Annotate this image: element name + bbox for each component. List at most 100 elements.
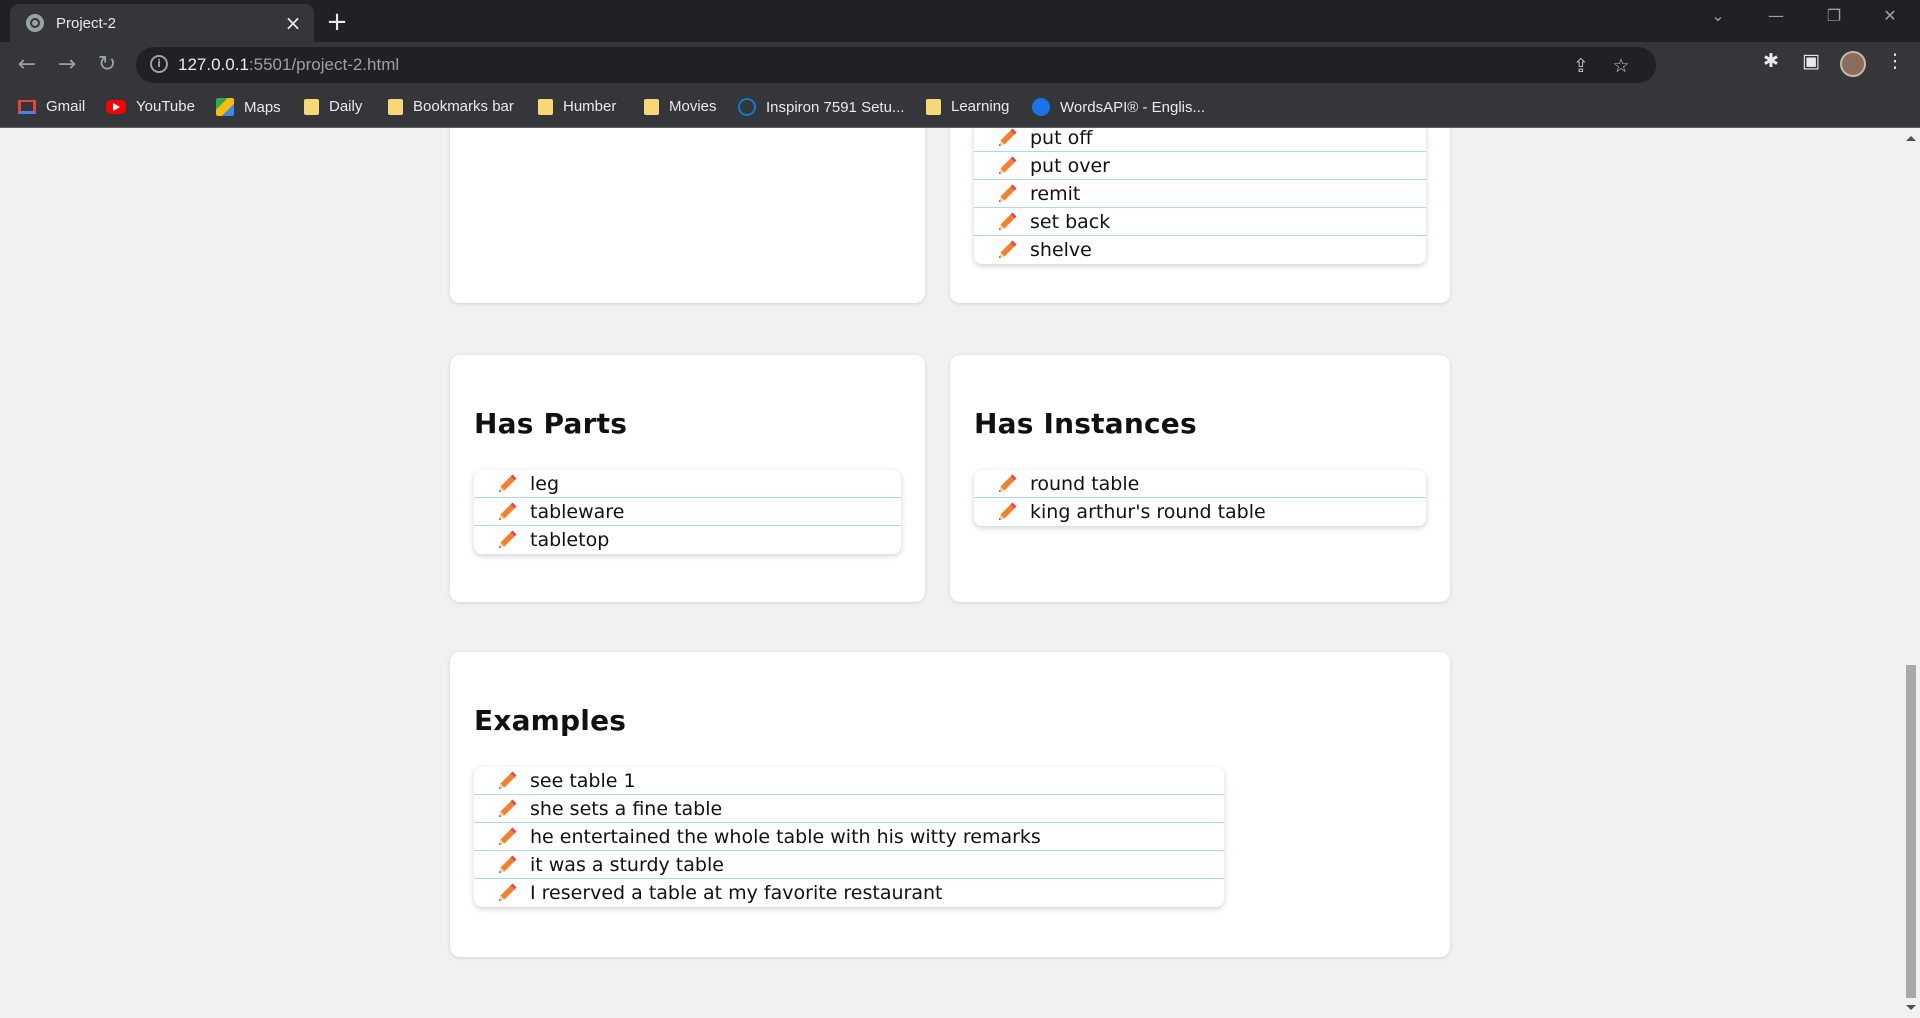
maps-icon (216, 98, 234, 116)
bookmark-youtube[interactable]: YouTube (106, 98, 195, 115)
top-right-list: put off put over remit set back shelve (974, 128, 1426, 264)
examples-list: see table 1 she sets a fine table he enter… (474, 767, 1224, 907)
pencil-icon (996, 183, 1018, 205)
url-text[interactable]: 127.0.0.1:5501/project-2.html (178, 55, 399, 75)
list-item: he entertained the whole table with his … (474, 823, 1224, 851)
profile-avatar[interactable] (1840, 51, 1866, 77)
pencil-icon (996, 473, 1018, 495)
pencil-icon (496, 854, 518, 876)
card-has-parts: Has Parts leg tableware tabletop (450, 355, 925, 602)
list-item-text: put over (1030, 154, 1110, 177)
list-item: remit (974, 180, 1426, 208)
list-item-text: she sets a fine table (530, 797, 723, 820)
pencil-icon (496, 770, 518, 792)
gmail-icon (18, 99, 36, 114)
list-item: it was a sturdy table (474, 851, 1224, 879)
bookmark-gmail[interactable]: Gmail (18, 98, 85, 115)
section-title: Has Parts (474, 407, 628, 440)
pencil-icon (996, 155, 1018, 177)
list-item: tabletop (474, 526, 901, 554)
wordsapi-icon (1032, 98, 1050, 116)
list-item-text: shelve (1030, 239, 1092, 261)
folder-icon (304, 98, 319, 115)
list-item-text: tabletop (530, 529, 610, 551)
bookmark-movies[interactable]: Movies (644, 98, 717, 115)
site-info-icon[interactable]: i (150, 55, 168, 73)
tab-title: Project-2 (56, 14, 117, 32)
list-item: king arthur's round table (974, 498, 1426, 526)
list-item: leg (474, 470, 901, 498)
list-item: set back (974, 208, 1426, 236)
folder-icon (538, 98, 553, 115)
list-item-text: I reserved a table at my favorite restau… (530, 882, 943, 904)
list-item-text: it was a sturdy table (530, 853, 724, 876)
bookmark-humber[interactable]: Humber (538, 98, 616, 115)
reload-icon[interactable]: ↻ (92, 50, 122, 80)
has-instances-list: round table king arthur's round table (974, 470, 1426, 526)
share-icon[interactable]: ⇪ (1568, 55, 1594, 77)
scroll-up-icon[interactable] (1906, 136, 1916, 141)
folder-icon (644, 98, 659, 115)
list-item-text: set back (1030, 210, 1111, 233)
extensions-icon[interactable]: ✱ (1756, 50, 1786, 72)
back-icon[interactable]: ← (12, 50, 42, 80)
card-top-right: put off put over remit set back shelve (950, 128, 1450, 303)
list-item-text: remit (1030, 182, 1081, 205)
pencil-icon (496, 826, 518, 848)
restore-icon[interactable]: ❐ (1814, 6, 1854, 25)
list-item-text: king arthur's round table (1030, 501, 1266, 523)
minimize-icon[interactable]: — (1756, 6, 1796, 25)
new-tab-button[interactable]: + (322, 8, 352, 38)
address-bar[interactable]: i 127.0.0.1:5501/project-2.html ⇪ ☆ (136, 47, 1656, 83)
bookmark-daily[interactable]: Daily (304, 98, 362, 115)
folder-icon (926, 98, 941, 115)
forward-icon[interactable]: → (52, 50, 82, 80)
card-has-instances: Has Instances round table king arthur's r… (950, 355, 1450, 602)
pencil-icon (996, 239, 1018, 261)
has-parts-list: leg tableware tabletop (474, 470, 901, 554)
list-item-text: tableware (530, 500, 625, 523)
pencil-icon (496, 882, 518, 904)
list-item: put over (974, 152, 1426, 180)
scroll-down-icon[interactable] (1906, 1005, 1916, 1010)
youtube-icon (106, 99, 126, 114)
bookmarks-bar: Gmail YouTube Maps Daily Bookmarks bar H… (0, 88, 1920, 128)
bookmark-learning[interactable]: Learning (926, 98, 1009, 115)
dell-icon (738, 98, 756, 116)
pencil-icon (996, 501, 1018, 523)
list-item: round table (974, 470, 1426, 498)
side-panel-icon[interactable]: ▣ (1796, 50, 1826, 72)
pencil-icon (496, 473, 518, 495)
list-item: she sets a fine table (474, 795, 1224, 823)
folder-icon (388, 98, 403, 115)
card-examples: Examples see table 1 she sets a fine tabl… (450, 652, 1450, 957)
tab-search-icon[interactable]: ⌄ (1698, 6, 1738, 25)
browser-tab[interactable]: Project-2 × (10, 4, 314, 42)
list-item: I reserved a table at my favorite restau… (474, 879, 1224, 907)
close-window-icon[interactable]: ✕ (1870, 6, 1910, 25)
list-item-text: see table 1 (530, 769, 636, 792)
list-item: put off (974, 128, 1426, 152)
page-viewport: put off put over remit set back shelve Has P… (0, 128, 1902, 1018)
browser-toolbar: ← → ↻ i 127.0.0.1:5501/project-2.html ⇪ … (0, 42, 1920, 88)
bookmark-wordsapi[interactable]: WordsAPI® - Englis... (1032, 98, 1205, 116)
section-title: Examples (474, 704, 627, 737)
list-item-text: he entertained the whole table with his … (530, 825, 1041, 848)
star-icon[interactable]: ☆ (1608, 55, 1634, 77)
list-item-text: round table (1030, 472, 1140, 495)
vertical-scrollbar[interactable] (1902, 128, 1920, 1018)
close-tab-icon[interactable]: × (278, 13, 308, 33)
scrollbar-thumb[interactable] (1906, 665, 1916, 998)
bookmark-inspiron[interactable]: Inspiron 7591 Setu... (738, 98, 904, 116)
bookmark-maps[interactable]: Maps (216, 98, 281, 116)
list-item-text: leg (530, 472, 560, 495)
list-item: shelve (974, 236, 1426, 264)
card-top-left (450, 128, 925, 303)
bookmark-bookmarks-bar[interactable]: Bookmarks bar (388, 98, 514, 115)
list-item: tableware (474, 498, 901, 526)
pencil-icon (996, 128, 1018, 149)
menu-icon[interactable]: ⋮ (1880, 50, 1910, 72)
tab-strip: Project-2 × + ⌄ — ❐ ✕ (0, 0, 1920, 42)
list-item-text: put off (1030, 128, 1093, 149)
list-item: see table 1 (474, 767, 1224, 795)
